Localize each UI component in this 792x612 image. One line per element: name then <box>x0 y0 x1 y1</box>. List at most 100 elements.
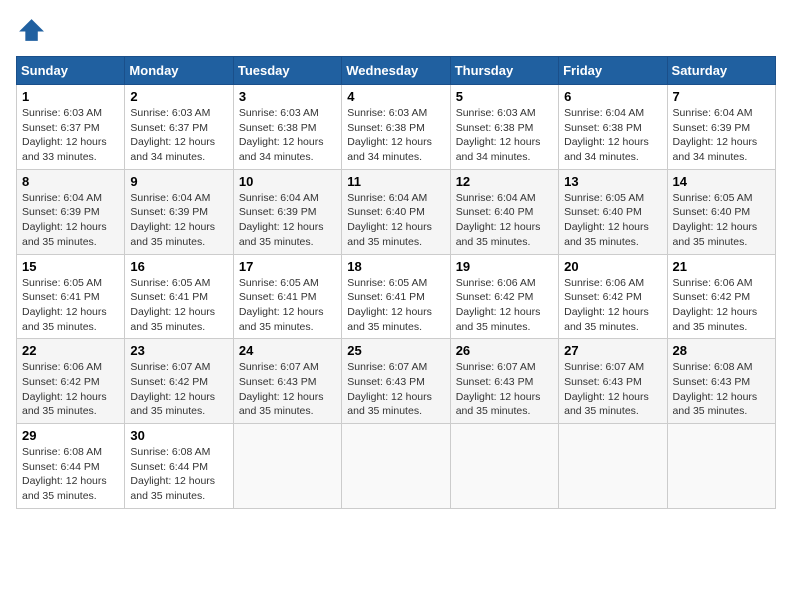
day-number: 8 <box>22 174 119 189</box>
calendar-cell <box>559 424 667 509</box>
calendar-cell: 24 Sunrise: 6:07 AMSunset: 6:43 PMDayligh… <box>233 339 341 424</box>
calendar-table: SundayMondayTuesdayWednesdayThursdayFrid… <box>16 56 776 509</box>
page-header <box>16 16 776 44</box>
day-number: 12 <box>456 174 553 189</box>
calendar-header-row: SundayMondayTuesdayWednesdayThursdayFrid… <box>17 57 776 85</box>
calendar-cell: 23Sunrise: 6:07 AMSunset: 6:42 PMDayligh… <box>125 339 233 424</box>
day-info: Sunrise: 6:06 AMSunset: 6:42 PMDaylight:… <box>22 360 119 419</box>
day-number: 13 <box>564 174 661 189</box>
day-info: Sunrise: 6:05 AMSunset: 6:41 PMDaylight:… <box>239 276 336 335</box>
day-info: Sunrise: 6:03 AMSunset: 6:38 PMDaylight:… <box>456 106 553 165</box>
day-number: 27 <box>564 343 661 358</box>
weekday-header: Wednesday <box>342 57 450 85</box>
calendar-week-row: 29 Sunrise: 6:08 AMSunset: 6:44 PMDayligh… <box>17 424 776 509</box>
day-info: Sunrise: 6:04 AMSunset: 6:39 PMDaylight:… <box>130 191 227 250</box>
calendar-cell: 26 Sunrise: 6:07 AMSunset: 6:43 PMDayligh… <box>450 339 558 424</box>
calendar-cell: 1 Sunrise: 6:03 AMSunset: 6:37 PMDaylight… <box>17 85 125 170</box>
weekday-header: Tuesday <box>233 57 341 85</box>
day-info: Sunrise: 6:06 AMSunset: 6:42 PMDaylight:… <box>564 276 661 335</box>
day-number: 28 <box>673 343 770 358</box>
calendar-cell: 11 Sunrise: 6:04 AMSunset: 6:40 PMDayligh… <box>342 169 450 254</box>
weekday-header: Saturday <box>667 57 775 85</box>
calendar-cell: 27 Sunrise: 6:07 AMSunset: 6:43 PMDayligh… <box>559 339 667 424</box>
day-number: 9 <box>130 174 227 189</box>
day-info: Sunrise: 6:07 AMSunset: 6:43 PMDaylight:… <box>347 360 444 419</box>
calendar-cell: 6 Sunrise: 6:04 AMSunset: 6:38 PMDaylight… <box>559 85 667 170</box>
calendar-cell <box>667 424 775 509</box>
weekday-header: Sunday <box>17 57 125 85</box>
day-info: Sunrise: 6:03 AMSunset: 6:37 PMDaylight:… <box>22 106 119 165</box>
day-info: Sunrise: 6:03 AMSunset: 6:38 PMDaylight:… <box>239 106 336 165</box>
calendar-week-row: 8 Sunrise: 6:04 AMSunset: 6:39 PMDaylight… <box>17 169 776 254</box>
calendar-week-row: 15 Sunrise: 6:05 AMSunset: 6:41 PMDayligh… <box>17 254 776 339</box>
day-info: Sunrise: 6:06 AMSunset: 6:42 PMDaylight:… <box>456 276 553 335</box>
calendar-cell: 14 Sunrise: 6:05 AMSunset: 6:40 PMDayligh… <box>667 169 775 254</box>
calendar-cell: 28 Sunrise: 6:08 AMSunset: 6:43 PMDayligh… <box>667 339 775 424</box>
day-number: 5 <box>456 89 553 104</box>
day-number: 20 <box>564 259 661 274</box>
calendar-cell: 10 Sunrise: 6:04 AMSunset: 6:39 PMDayligh… <box>233 169 341 254</box>
calendar-week-row: 22 Sunrise: 6:06 AMSunset: 6:42 PMDayligh… <box>17 339 776 424</box>
calendar-cell <box>342 424 450 509</box>
day-info: Sunrise: 6:08 AMSunset: 6:44 PMDaylight:… <box>130 445 227 504</box>
calendar-cell: 16Sunrise: 6:05 AMSunset: 6:41 PMDayligh… <box>125 254 233 339</box>
day-number: 2 <box>130 89 227 104</box>
day-info: Sunrise: 6:05 AMSunset: 6:41 PMDaylight:… <box>130 276 227 335</box>
day-number: 21 <box>673 259 770 274</box>
logo <box>16 16 48 44</box>
logo-icon <box>16 16 44 44</box>
calendar-cell: 19 Sunrise: 6:06 AMSunset: 6:42 PMDayligh… <box>450 254 558 339</box>
weekday-header: Friday <box>559 57 667 85</box>
day-info: Sunrise: 6:05 AMSunset: 6:41 PMDaylight:… <box>22 276 119 335</box>
day-number: 10 <box>239 174 336 189</box>
day-number: 3 <box>239 89 336 104</box>
day-info: Sunrise: 6:04 AMSunset: 6:40 PMDaylight:… <box>456 191 553 250</box>
calendar-cell: 13Sunrise: 6:05 AMSunset: 6:40 PMDayligh… <box>559 169 667 254</box>
day-number: 29 <box>22 428 119 443</box>
day-number: 6 <box>564 89 661 104</box>
day-number: 25 <box>347 343 444 358</box>
day-info: Sunrise: 6:03 AMSunset: 6:37 PMDaylight:… <box>130 106 227 165</box>
calendar-cell <box>233 424 341 509</box>
calendar-cell: 9 Sunrise: 6:04 AMSunset: 6:39 PMDaylight… <box>125 169 233 254</box>
calendar-cell: 8 Sunrise: 6:04 AMSunset: 6:39 PMDaylight… <box>17 169 125 254</box>
day-info: Sunrise: 6:03 AMSunset: 6:38 PMDaylight:… <box>347 106 444 165</box>
day-number: 14 <box>673 174 770 189</box>
calendar-cell: 2 Sunrise: 6:03 AMSunset: 6:37 PMDaylight… <box>125 85 233 170</box>
calendar-cell: 29 Sunrise: 6:08 AMSunset: 6:44 PMDayligh… <box>17 424 125 509</box>
day-number: 17 <box>239 259 336 274</box>
day-number: 4 <box>347 89 444 104</box>
day-info: Sunrise: 6:04 AMSunset: 6:39 PMDaylight:… <box>239 191 336 250</box>
day-info: Sunrise: 6:04 AMSunset: 6:39 PMDaylight:… <box>673 106 770 165</box>
day-number: 22 <box>22 343 119 358</box>
calendar-cell: 15 Sunrise: 6:05 AMSunset: 6:41 PMDayligh… <box>17 254 125 339</box>
day-info: Sunrise: 6:08 AMSunset: 6:44 PMDaylight:… <box>22 445 119 504</box>
day-info: Sunrise: 6:04 AMSunset: 6:39 PMDaylight:… <box>22 191 119 250</box>
calendar-cell: 17 Sunrise: 6:05 AMSunset: 6:41 PMDayligh… <box>233 254 341 339</box>
day-number: 15 <box>22 259 119 274</box>
day-info: Sunrise: 6:06 AMSunset: 6:42 PMDaylight:… <box>673 276 770 335</box>
day-number: 11 <box>347 174 444 189</box>
day-info: Sunrise: 6:05 AMSunset: 6:40 PMDaylight:… <box>673 191 770 250</box>
day-info: Sunrise: 6:04 AMSunset: 6:40 PMDaylight:… <box>347 191 444 250</box>
day-info: Sunrise: 6:05 AMSunset: 6:41 PMDaylight:… <box>347 276 444 335</box>
weekday-header: Thursday <box>450 57 558 85</box>
day-info: Sunrise: 6:07 AMSunset: 6:43 PMDaylight:… <box>456 360 553 419</box>
calendar-cell: 25 Sunrise: 6:07 AMSunset: 6:43 PMDayligh… <box>342 339 450 424</box>
day-info: Sunrise: 6:08 AMSunset: 6:43 PMDaylight:… <box>673 360 770 419</box>
calendar-cell: 22 Sunrise: 6:06 AMSunset: 6:42 PMDayligh… <box>17 339 125 424</box>
day-info: Sunrise: 6:07 AMSunset: 6:43 PMDaylight:… <box>239 360 336 419</box>
day-number: 30 <box>130 428 227 443</box>
calendar-cell: 21 Sunrise: 6:06 AMSunset: 6:42 PMDayligh… <box>667 254 775 339</box>
day-number: 18 <box>347 259 444 274</box>
day-number: 19 <box>456 259 553 274</box>
day-number: 26 <box>456 343 553 358</box>
day-info: Sunrise: 6:07 AMSunset: 6:43 PMDaylight:… <box>564 360 661 419</box>
calendar-cell: 20 Sunrise: 6:06 AMSunset: 6:42 PMDayligh… <box>559 254 667 339</box>
day-number: 24 <box>239 343 336 358</box>
day-number: 23 <box>130 343 227 358</box>
weekday-header: Monday <box>125 57 233 85</box>
day-info: Sunrise: 6:04 AMSunset: 6:38 PMDaylight:… <box>564 106 661 165</box>
day-number: 1 <box>22 89 119 104</box>
calendar-cell: 18 Sunrise: 6:05 AMSunset: 6:41 PMDayligh… <box>342 254 450 339</box>
